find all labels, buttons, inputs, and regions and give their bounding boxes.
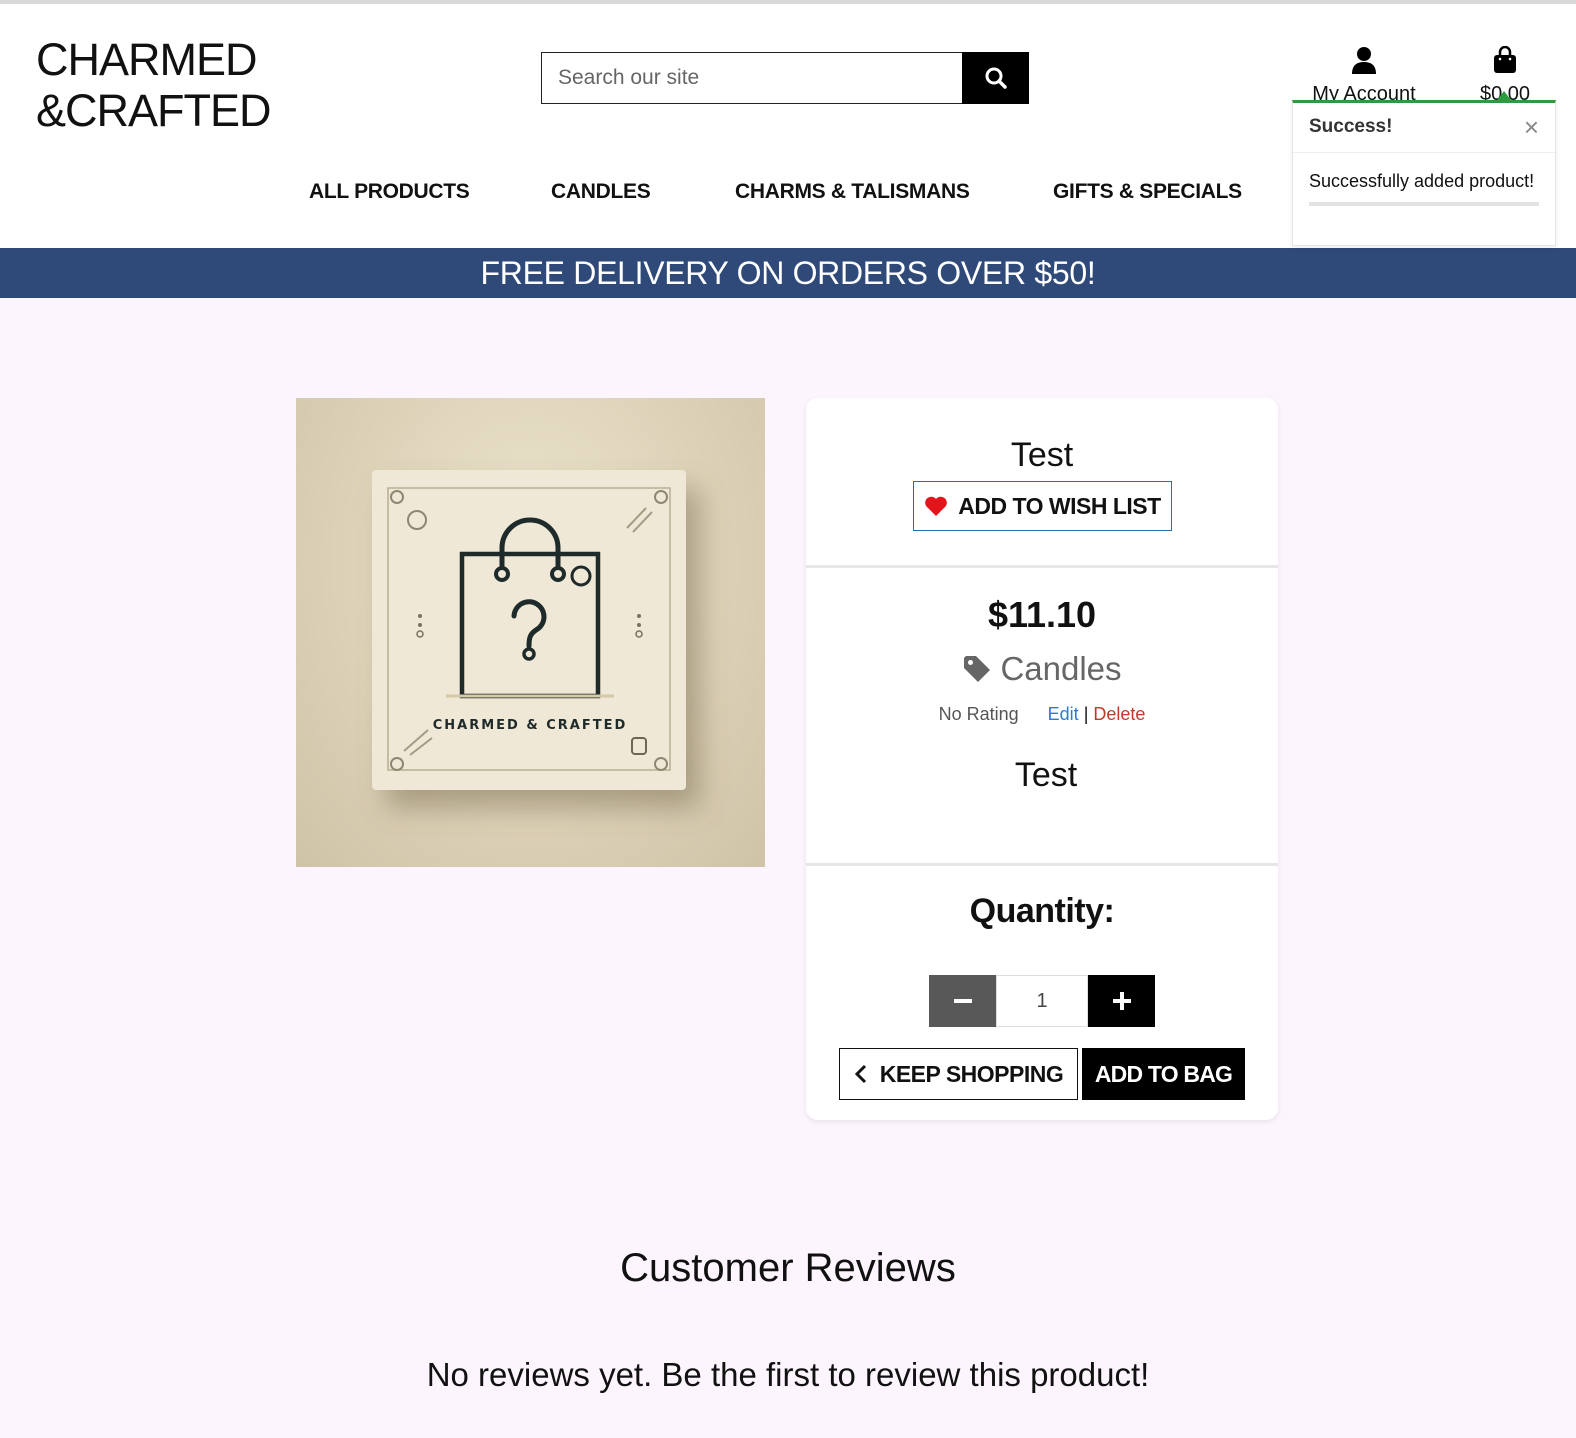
tag-icon <box>964 656 991 682</box>
reviews-heading: Customer Reviews <box>620 1246 956 1290</box>
logo-line-1: CHARMED <box>36 34 258 85</box>
category-label: Candles <box>1000 650 1122 687</box>
search-button[interactable] <box>962 52 1029 104</box>
search-icon <box>985 67 1007 89</box>
meta-separator: | <box>1083 704 1089 724</box>
quantity-label: Quantity: <box>969 892 1115 930</box>
add-to-bag-button[interactable]: ADD TO BAG <box>1082 1048 1245 1100</box>
product-info-section: $11.10 Candles No Rating Edit | Delete T… <box>806 568 1278 866</box>
product-name: Test <box>1010 436 1074 474</box>
product-meta: No Rating Edit | Delete <box>806 704 1278 725</box>
plus-icon <box>1112 992 1131 1010</box>
toast-message: Successfully added product! <box>1309 171 1535 191</box>
logo-line-2: &CRAFTED <box>36 85 272 136</box>
quantity-input[interactable] <box>996 975 1088 1027</box>
minus-icon <box>953 999 972 1003</box>
toast-title: Success! <box>1309 116 1393 137</box>
chevron-left-icon <box>854 1064 866 1084</box>
search-input[interactable] <box>541 52 962 104</box>
nav-item-charms-talismans[interactable]: CHARMS & TALISMANS <box>735 180 970 204</box>
success-toast: Success! × Successfully added product! <box>1292 91 1556 246</box>
nav-item-gifts-specials[interactable]: GIFTS & SPECIALS <box>1053 180 1242 204</box>
product-details-card: Test ADD TO WISH LIST $11.10 Candles No … <box>806 398 1278 1120</box>
purchase-section: Quantity: KEEP SHOPPING ADD TO BAG <box>806 866 1278 1120</box>
product-price: $11.10 <box>987 594 1097 635</box>
product-image: CHARMED & CRAFTED <box>296 398 765 867</box>
edit-link[interactable]: Edit <box>1048 704 1079 724</box>
rating-text: No Rating <box>938 704 1019 724</box>
image-brand-text: CHARMED & CRAFTED <box>433 718 628 733</box>
increment-button[interactable] <box>1088 975 1155 1027</box>
toast-arrow <box>1497 91 1511 100</box>
add-to-wish-list-button[interactable]: ADD TO WISH LIST <box>913 481 1172 531</box>
site-logo[interactable]: CHARMED &CRAFTED <box>36 34 272 136</box>
decrement-button[interactable] <box>929 975 996 1027</box>
product-category-link[interactable]: Candles <box>806 650 1278 688</box>
heart-icon <box>925 496 948 516</box>
free-delivery-banner: FREE DELIVERY ON ORDERS OVER $50! <box>0 248 1576 298</box>
toast-header: Success! × <box>1293 103 1555 153</box>
delete-link[interactable]: Delete <box>1093 704 1145 724</box>
mystery-box-illustration: CHARMED & CRAFTED <box>372 470 686 790</box>
nav-item-all-products[interactable]: ALL PRODUCTS <box>309 180 470 204</box>
user-icon <box>1352 47 1376 74</box>
toast-progress-bar <box>1309 202 1539 206</box>
product-title-section: Test ADD TO WISH LIST <box>806 398 1278 568</box>
nav-item-candles[interactable]: CANDLES <box>551 180 651 204</box>
my-account-link[interactable]: My Account <box>1306 46 1422 106</box>
close-icon[interactable]: × <box>1524 112 1539 143</box>
shopping-bag-icon <box>1494 45 1516 73</box>
keep-shopping-label: KEEP SHOPPING <box>879 1060 1064 1087</box>
quantity-stepper <box>929 975 1155 1027</box>
product-description: Test <box>1014 756 1078 794</box>
keep-shopping-button[interactable]: KEEP SHOPPING <box>839 1048 1078 1100</box>
reviews-empty-message: No reviews yet. Be the first to review t… <box>426 1356 1150 1393</box>
search-form <box>541 52 1029 104</box>
wish-list-label: ADD TO WISH LIST <box>958 492 1161 519</box>
